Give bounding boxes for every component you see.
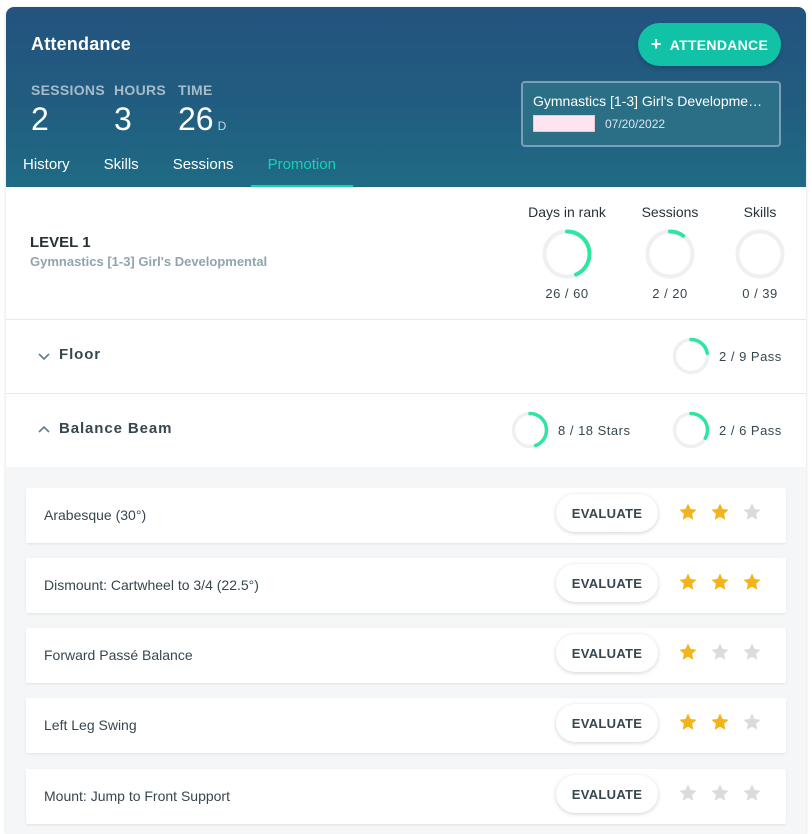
sessions-progress-ring xyxy=(645,229,695,279)
tab-promotion[interactable]: Promotion xyxy=(250,152,354,187)
stat-label: TIME xyxy=(178,82,213,98)
evaluate-button[interactable]: EVALUATE xyxy=(556,704,658,742)
stat-number: 3 xyxy=(114,101,132,137)
star-filled-icon[interactable] xyxy=(742,572,762,592)
metric-label: Days in rank xyxy=(528,204,606,220)
evaluate-button[interactable]: EVALUATE xyxy=(556,494,658,532)
evaluate-button[interactable]: EVALUATE xyxy=(556,775,658,813)
star-empty-icon[interactable] xyxy=(742,783,762,803)
section-title: Floor xyxy=(59,346,101,363)
skill-row: Arabesque (30°) EVALUATE xyxy=(26,488,786,543)
level-title: LEVEL 1 xyxy=(30,234,91,251)
skills-progress-ring xyxy=(735,229,785,279)
skill-list: Arabesque (30°) EVALUATE Dismount: Cartw… xyxy=(6,467,806,834)
rank-color-swatch xyxy=(533,115,595,132)
star-empty-icon[interactable] xyxy=(710,783,730,803)
evaluate-button[interactable]: EVALUATE xyxy=(556,564,658,602)
tab-history[interactable]: History xyxy=(6,152,87,187)
metric-value: 2 / 20 xyxy=(652,286,688,301)
beam-stars-progress: 8 / 18 Stars xyxy=(511,411,630,449)
tab-skills[interactable]: Skills xyxy=(87,152,156,187)
beam-stars-ring xyxy=(511,411,549,449)
star-filled-icon[interactable] xyxy=(710,572,730,592)
star-filled-icon[interactable] xyxy=(678,572,698,592)
star-empty-icon[interactable] xyxy=(742,502,762,522)
section-balance-beam[interactable]: Balance Beam 8 / 18 Stars 2 / 6 Pass xyxy=(6,394,806,468)
stat-hours: HOURS 3 xyxy=(114,82,166,138)
stat-number: 2 xyxy=(31,101,49,137)
star-filled-icon[interactable] xyxy=(678,502,698,522)
tab-bar: History Skills Sessions Promotion xyxy=(6,152,354,187)
page-title: Attendance xyxy=(31,34,132,54)
stat-time: TIME 26 D xyxy=(178,82,226,138)
floor-pass-progress: 2 / 9 Pass xyxy=(672,337,782,375)
rank-details: 07/20/2022 xyxy=(533,115,769,132)
skill-name: Left Leg Swing xyxy=(44,717,137,733)
star-empty-icon[interactable] xyxy=(678,783,698,803)
stat-value: 2 xyxy=(31,101,105,138)
star-rating[interactable] xyxy=(678,712,762,732)
attendance-header: Attendance + ATTENDANCE SESSIONS 2 HOURS… xyxy=(6,7,806,187)
metric-days-in-rank: Days in rank 26 / 60 xyxy=(524,204,610,301)
rank-date: 07/20/2022 xyxy=(605,116,666,131)
metric-value: 26 / 60 xyxy=(545,286,589,301)
plus-icon: + xyxy=(650,33,662,54)
stat-number: 26 xyxy=(178,101,214,137)
star-filled-icon[interactable] xyxy=(710,712,730,732)
star-filled-icon[interactable] xyxy=(710,502,730,522)
rank-program-name: Gymnastics [1-3] Girl's Development… xyxy=(533,93,769,109)
add-attendance-button[interactable]: + ATTENDANCE xyxy=(638,23,781,66)
metric-label: Skills xyxy=(743,204,777,220)
star-empty-icon[interactable] xyxy=(710,642,730,662)
tab-sessions[interactable]: Sessions xyxy=(156,152,251,187)
star-filled-icon[interactable] xyxy=(678,642,698,662)
level-program: Gymnastics [1-3] Girl's Developmental xyxy=(30,254,268,269)
star-filled-icon[interactable] xyxy=(678,712,698,732)
beam-pass-progress: 2 / 6 Pass xyxy=(672,411,782,449)
metric-sessions: Sessions 2 / 20 xyxy=(635,204,705,301)
section-title: Balance Beam xyxy=(59,420,173,437)
stat-value: 26 D xyxy=(178,101,226,138)
progress-text: 2 / 9 Pass xyxy=(719,348,782,364)
star-rating[interactable] xyxy=(678,642,762,662)
progress-text: 8 / 18 Stars xyxy=(558,422,631,438)
stat-unit: D xyxy=(217,119,227,133)
chevron-up-icon[interactable] xyxy=(36,422,52,438)
promotion-card: Attendance + ATTENDANCE SESSIONS 2 HOURS… xyxy=(6,7,806,834)
metric-skills: Skills 0 / 39 xyxy=(731,204,789,301)
star-rating[interactable] xyxy=(678,783,762,803)
skill-row: Forward Passé Balance EVALUATE xyxy=(26,628,786,683)
beam-pass-ring xyxy=(672,411,710,449)
star-rating[interactable] xyxy=(678,572,762,592)
level-summary: LEVEL 1 Gymnastics [1-3] Girl's Developm… xyxy=(6,187,806,320)
add-attendance-label: ATTENDANCE xyxy=(669,36,769,53)
chevron-down-icon[interactable] xyxy=(36,348,52,364)
skill-row: Mount: Jump to Front Support EVALUATE xyxy=(26,769,786,824)
stat-label: HOURS xyxy=(114,82,167,98)
current-rank-card[interactable]: Gymnastics [1-3] Girl's Development… 07/… xyxy=(521,81,781,147)
skill-name: Forward Passé Balance xyxy=(44,647,193,663)
days-progress-ring xyxy=(542,229,592,279)
star-rating[interactable] xyxy=(678,502,762,522)
progress-text: 2 / 6 Pass xyxy=(719,422,782,438)
skill-name: Dismount: Cartwheel to 3/4 (22.5°) xyxy=(44,577,259,593)
stat-sessions: SESSIONS 2 xyxy=(31,82,105,138)
skill-row: Left Leg Swing EVALUATE xyxy=(26,698,786,753)
metric-value: 0 / 39 xyxy=(742,286,778,301)
stat-value: 3 xyxy=(114,101,166,138)
floor-pass-ring xyxy=(672,337,710,375)
evaluate-button[interactable]: EVALUATE xyxy=(556,634,658,672)
star-empty-icon[interactable] xyxy=(742,712,762,732)
skill-name: Mount: Jump to Front Support xyxy=(44,788,230,804)
star-empty-icon[interactable] xyxy=(742,642,762,662)
skill-name: Arabesque (30°) xyxy=(44,507,147,523)
metric-label: Sessions xyxy=(641,204,699,220)
skill-row: Dismount: Cartwheel to 3/4 (22.5°) EVALU… xyxy=(26,558,786,613)
stat-label: SESSIONS xyxy=(31,82,105,98)
section-floor[interactable]: Floor 2 / 9 Pass xyxy=(6,320,806,394)
